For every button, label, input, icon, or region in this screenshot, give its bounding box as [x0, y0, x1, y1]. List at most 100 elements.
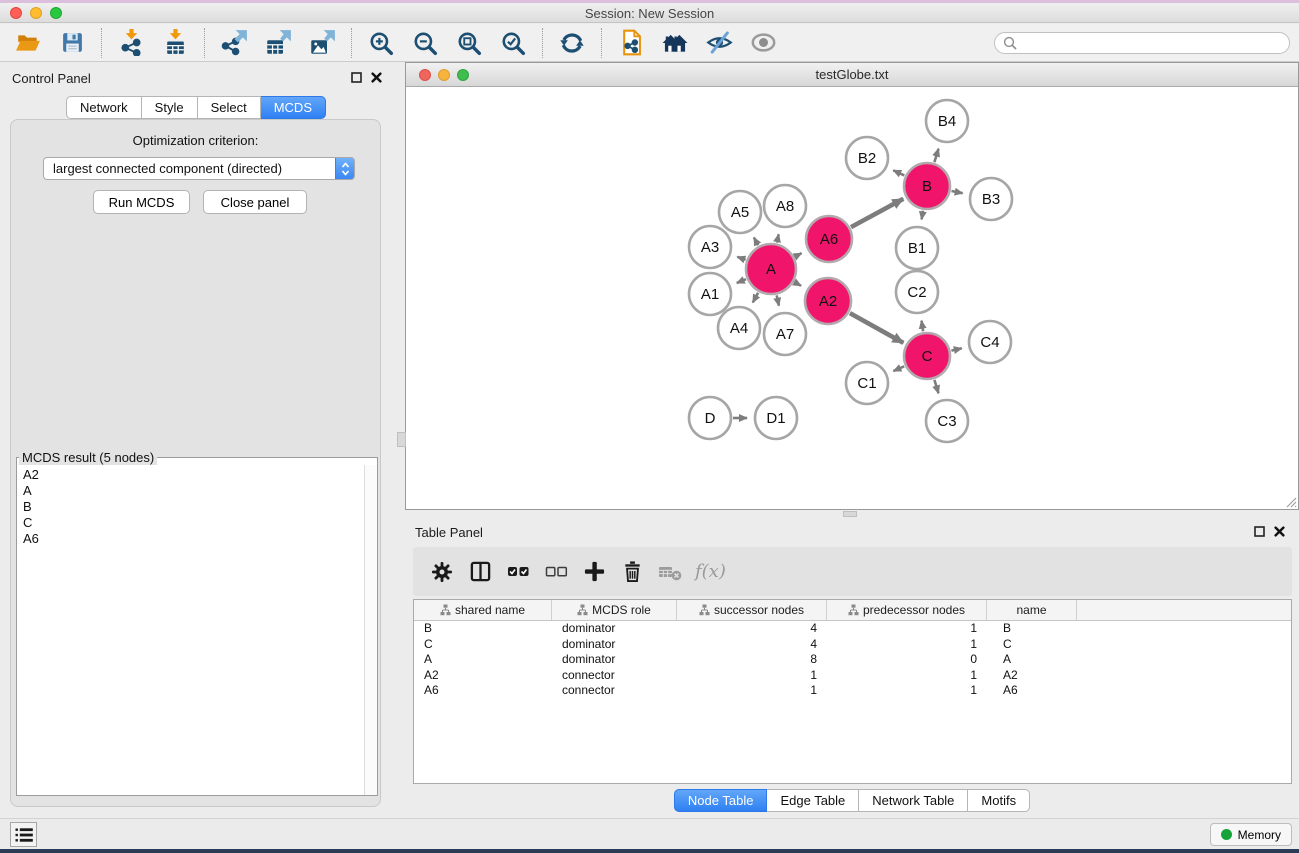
export-table-button[interactable]: [256, 26, 300, 60]
table-tab-motifs[interactable]: Motifs: [968, 789, 1030, 812]
delete-table-button[interactable]: [651, 554, 689, 590]
graph-edge-A-A7[interactable]: [777, 295, 779, 305]
table-cell[interactable]: 1: [827, 668, 987, 684]
graph-edge-C-C1[interactable]: [893, 366, 904, 371]
graph-node-B[interactable]: B: [904, 163, 950, 209]
graph-edge-A-A3[interactable]: [737, 257, 745, 260]
table-tab-node-table[interactable]: Node Table: [674, 789, 768, 812]
mcds-result-item[interactable]: A: [17, 483, 364, 499]
memory-button[interactable]: Memory: [1210, 823, 1292, 846]
table-cell[interactable]: connector: [552, 668, 677, 684]
table-cell[interactable]: 1: [677, 668, 827, 684]
float-panel-icon[interactable]: [351, 72, 362, 83]
graph-edge-A6-B[interactable]: [851, 199, 903, 227]
table-cell[interactable]: 8: [677, 652, 827, 668]
select-all-columns-button[interactable]: [499, 554, 537, 590]
table-cell[interactable]: C: [414, 637, 552, 653]
column-header-MCDS-role[interactable]: MCDS role: [552, 600, 677, 620]
graph-node-C3[interactable]: C3: [926, 400, 968, 442]
refresh-view-button[interactable]: [550, 26, 594, 60]
table-cell[interactable]: A6: [414, 683, 552, 699]
graph-edge-B-B3[interactable]: [952, 191, 963, 193]
graph-node-B4[interactable]: B4: [926, 100, 968, 142]
show-columns-button[interactable]: [461, 554, 499, 590]
graph-edge-A-A6[interactable]: [795, 253, 802, 256]
close-panel-button[interactable]: Close panel: [203, 190, 307, 214]
graph-edge-B-B4[interactable]: [934, 149, 938, 162]
run-mcds-button[interactable]: Run MCDS: [93, 190, 190, 214]
graph-node-D[interactable]: D: [689, 397, 731, 439]
graph-node-B1[interactable]: B1: [896, 227, 938, 269]
mcds-result-item[interactable]: C: [17, 515, 364, 531]
close-panel-icon[interactable]: [371, 72, 382, 83]
network-from-file-button[interactable]: [609, 26, 653, 60]
column-header-successor-nodes[interactable]: successor nodes: [677, 600, 827, 620]
graph-edge-A-A8[interactable]: [777, 234, 779, 242]
graph-edge-A-A2[interactable]: [795, 282, 802, 286]
import-network-button[interactable]: [109, 26, 153, 60]
panel-splitter-handle[interactable]: [397, 432, 406, 447]
panel-splitter-handle[interactable]: [843, 511, 857, 517]
graph-node-C2[interactable]: C2: [896, 271, 938, 313]
deselect-all-columns-button[interactable]: [537, 554, 575, 590]
table-cell[interactable]: A: [987, 652, 1077, 668]
graph-node-A3[interactable]: A3: [689, 226, 731, 268]
graph-node-B3[interactable]: B3: [970, 178, 1012, 220]
table-cell[interactable]: 1: [827, 637, 987, 653]
table-cell[interactable]: A: [414, 652, 552, 668]
search-input[interactable]: [1022, 35, 1281, 52]
graph-edge-C-C3[interactable]: [934, 380, 938, 393]
graph-edge-C-C2[interactable]: [922, 321, 924, 332]
table-row[interactable]: Adominator80A: [414, 652, 1291, 668]
table-cell[interactable]: 4: [677, 637, 827, 653]
task-history-button[interactable]: [10, 822, 37, 847]
resize-grip-icon[interactable]: [1284, 495, 1297, 508]
zoom-out-button[interactable]: [403, 26, 447, 60]
float-panel-icon[interactable]: [1254, 526, 1265, 537]
table-cell[interactable]: dominator: [552, 621, 677, 637]
export-network-button[interactable]: [212, 26, 256, 60]
table-cell[interactable]: A6: [987, 683, 1077, 699]
home-layout-button[interactable]: [653, 26, 697, 60]
mcds-result-item[interactable]: B: [17, 499, 364, 515]
column-header-name[interactable]: name: [987, 600, 1077, 620]
table-cell[interactable]: B: [414, 621, 552, 637]
table-cell[interactable]: dominator: [552, 637, 677, 653]
table-row[interactable]: A2connector11A2: [414, 668, 1291, 684]
graph-node-A4[interactable]: A4: [718, 307, 760, 349]
mcds-result-item[interactable]: A2: [17, 467, 364, 483]
table-cell[interactable]: A2: [414, 668, 552, 684]
save-session-button[interactable]: [50, 26, 94, 60]
graph-node-A8[interactable]: A8: [764, 185, 806, 227]
table-cell[interactable]: 1: [827, 683, 987, 699]
table-cell[interactable]: 1: [677, 683, 827, 699]
graph-node-C1[interactable]: C1: [846, 362, 888, 404]
network-canvas[interactable]: B4B2BB3A6B1A5A8A3AA1C2A2A4A7C4CC1C3DD1: [406, 88, 1298, 509]
table-options-button[interactable]: [423, 554, 461, 590]
zoom-selected-button[interactable]: [491, 26, 535, 60]
tab-mcds[interactable]: MCDS: [261, 96, 326, 119]
criterion-select[interactable]: largest connected component (directed): [43, 157, 355, 180]
function-builder-button[interactable]: f(x): [695, 561, 726, 582]
table-cell[interactable]: 4: [677, 621, 827, 637]
graph-node-A5[interactable]: A5: [719, 191, 761, 233]
table-cell[interactable]: A2: [987, 668, 1077, 684]
tab-select[interactable]: Select: [198, 96, 261, 119]
table-tab-edge-table[interactable]: Edge Table: [767, 789, 859, 812]
graph-edge-C-C4[interactable]: [951, 348, 961, 350]
table-cell[interactable]: 1: [827, 621, 987, 637]
search-box[interactable]: [994, 32, 1290, 54]
close-panel-icon[interactable]: [1274, 526, 1285, 537]
table-row[interactable]: Cdominator41C: [414, 637, 1291, 653]
tab-style[interactable]: Style: [142, 96, 198, 119]
graph-node-A6[interactable]: A6: [806, 216, 852, 262]
table-cell[interactable]: connector: [552, 683, 677, 699]
graph-edge-A2-C[interactable]: [850, 313, 904, 343]
show-graphics-button[interactable]: [741, 26, 785, 60]
graph-node-B2[interactable]: B2: [846, 137, 888, 179]
table-row[interactable]: A6connector11A6: [414, 683, 1291, 699]
graph-edge-A-A5[interactable]: [754, 238, 758, 246]
open-session-button[interactable]: [6, 26, 50, 60]
graph-node-D1[interactable]: D1: [755, 397, 797, 439]
graph-node-A7[interactable]: A7: [764, 313, 806, 355]
